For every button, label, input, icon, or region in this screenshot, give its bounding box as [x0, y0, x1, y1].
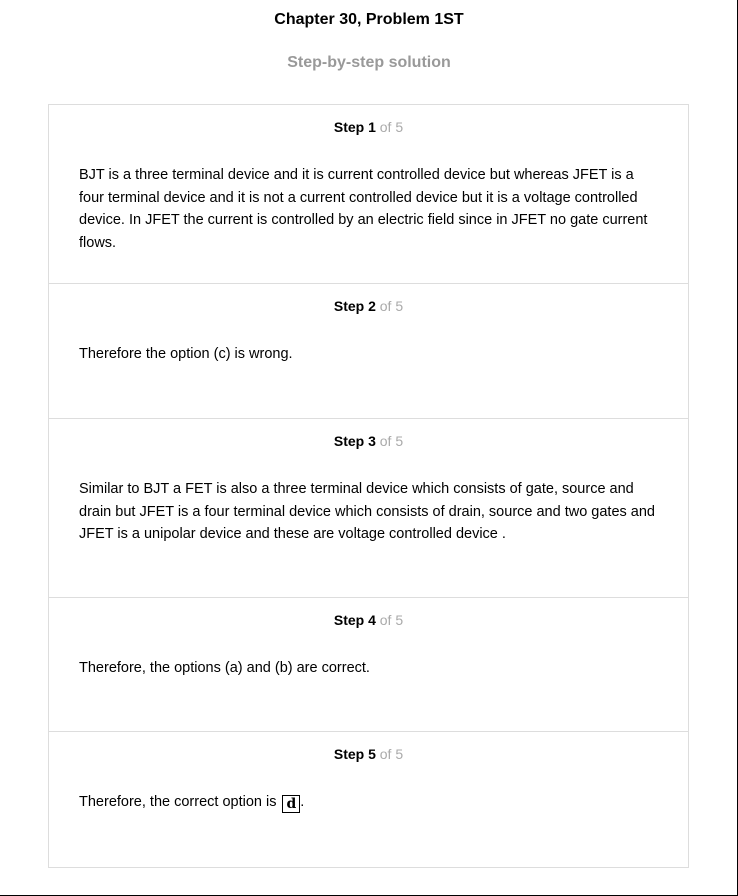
step-header: Step 3 of 5	[49, 419, 688, 453]
step-label: Step 1	[333, 119, 376, 135]
step-header: Step 2 of 5	[49, 284, 688, 318]
trailing-period: .	[300, 794, 305, 810]
step-text: Therefore, the correct option is	[79, 794, 277, 810]
step-text: Therefore the option (c) is wrong.	[79, 346, 293, 362]
step-count: of 5	[379, 298, 404, 314]
step-count: of 5	[379, 119, 404, 135]
steps-container: Step 1 of 5 BJT is a three terminal devi…	[48, 104, 689, 868]
step-label: Step 4	[333, 612, 376, 628]
solution-subtitle: Step-by-step solution	[287, 54, 451, 71]
step-2: Step 2 of 5 Therefore the option (c) is …	[49, 284, 688, 419]
step-header: Step 4 of 5	[49, 598, 688, 632]
step-text: Similar to BJT a FET is also a three ter…	[79, 481, 655, 542]
step-text: Therefore, the options (a) and (b) are c…	[79, 660, 370, 676]
step-label: Step 5	[333, 746, 376, 762]
step-count: of 5	[379, 746, 404, 762]
step-header: Step 5 of 5	[49, 732, 688, 766]
chapter-title: Chapter 30, Problem 1ST	[274, 11, 464, 28]
step-4: Step 4 of 5 Therefore, the options (a) a…	[49, 598, 688, 732]
step-label: Step 3	[333, 433, 376, 449]
step-1: Step 1 of 5 BJT is a three terminal devi…	[49, 105, 688, 284]
answer-box: d	[282, 795, 301, 813]
step-count: of 5	[379, 612, 404, 628]
step-text: BJT is a three terminal device and it is…	[79, 167, 648, 251]
step-count: of 5	[379, 433, 404, 449]
step-header: Step 1 of 5	[49, 105, 688, 139]
step-text-container: Therefore, the correct option is d.	[49, 766, 688, 814]
step-5: Step 5 of 5 Therefore, the correct optio…	[49, 732, 688, 867]
step-label: Step 2	[333, 298, 376, 314]
step-3: Step 3 of 5 Similar to BJT a FET is also…	[49, 419, 688, 598]
